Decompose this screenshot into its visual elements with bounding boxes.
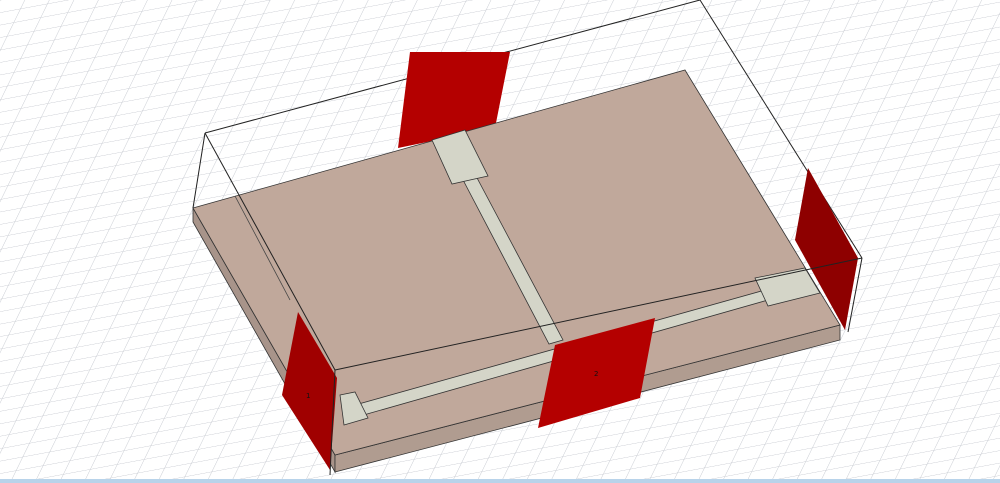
3d-viewport[interactable]: 2 1 (0, 0, 1000, 483)
port-front-label: 2 (594, 370, 598, 378)
status-strip (0, 479, 1000, 483)
port-left-label: 1 (306, 392, 310, 400)
